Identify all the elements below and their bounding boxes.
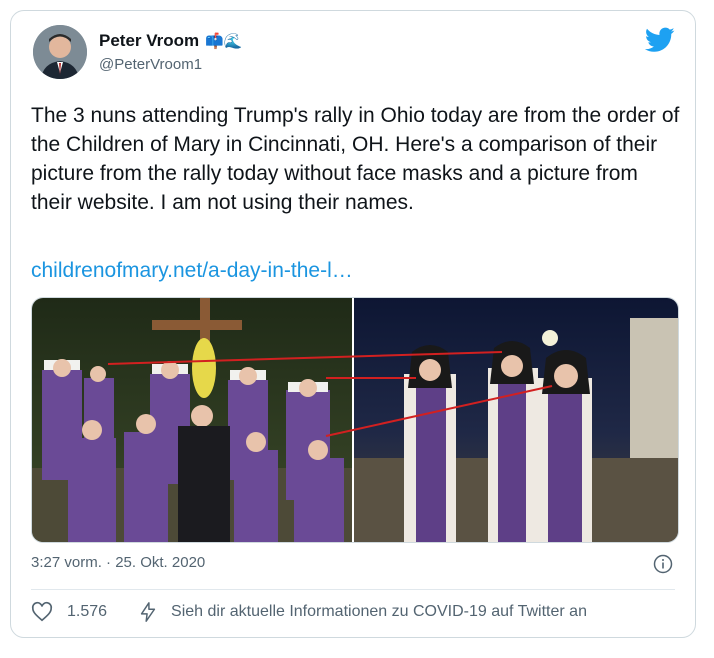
covid-notice-text: Sieh dir aktuelle Informationen zu COVID… bbox=[171, 603, 587, 620]
lightning-icon bbox=[140, 602, 156, 622]
author-name[interactable]: Peter Vroom bbox=[99, 31, 199, 51]
author-emojis: 📫🌊 bbox=[205, 33, 243, 50]
info-icon[interactable] bbox=[653, 554, 673, 574]
divider bbox=[31, 589, 675, 590]
like-count[interactable]: 1.576 bbox=[67, 603, 107, 621]
tweet-timestamp[interactable]: 3:27 vorm. · 25. Okt. 2020 bbox=[31, 554, 205, 571]
covid-notice-link[interactable]: Sieh dir aktuelle Informationen zu COVID… bbox=[137, 601, 587, 623]
author-handle[interactable]: @PeterVroom1 bbox=[99, 56, 202, 73]
tweet-link[interactable]: childrenofmary.net/a-day-in-the-l… bbox=[31, 259, 353, 283]
avatar-image bbox=[33, 25, 87, 79]
tweet-photo[interactable] bbox=[31, 297, 679, 543]
heart-icon[interactable] bbox=[31, 601, 53, 623]
comparison-image bbox=[32, 298, 678, 542]
tweet-card: Peter Vroom 📫🌊 @PeterVroom1 The 3 nuns a… bbox=[10, 10, 696, 638]
tweet-text: The 3 nuns attending Trump's rally in Oh… bbox=[31, 104, 680, 214]
avatar[interactable] bbox=[33, 25, 87, 79]
twitter-bird-icon[interactable] bbox=[645, 27, 675, 53]
